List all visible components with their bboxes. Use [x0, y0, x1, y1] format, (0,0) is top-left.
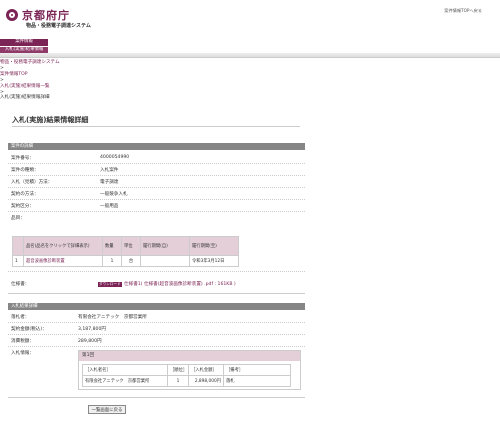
- row-contract-method: 契約の方法： 一般競争入札: [8, 188, 305, 200]
- field-label: 品目：: [11, 216, 25, 221]
- row-winner: 落札者： 有限会社アニテック 京都営業所: [8, 311, 305, 323]
- bid-info-box: 第1回 ［入札者名］ ［順位］ ［入札金額］ ［備考］ 有限会社アニテック 京都…: [78, 350, 301, 390]
- back-to-list-button[interactable]: 一覧画面に戻る: [88, 405, 126, 414]
- menu-item-case-info[interactable]: 案件情報: [0, 39, 48, 46]
- logo[interactable]: 京都府庁: [6, 7, 70, 23]
- cell-remarks: 落札: [223, 375, 291, 387]
- field-label: 契約の方法：: [11, 192, 39, 197]
- download-icon[interactable]: ダウンロード: [98, 282, 122, 287]
- bid-table: ［入札者名］ ［順位］ ［入札金額］ ［備考］ 有限会社アニテック 京都営業所 …: [82, 364, 291, 387]
- field-label: 契約区分：: [11, 204, 34, 209]
- column-header: 品名(品名をクリックで詳細表示): [23, 236, 103, 256]
- cell-index: 1: [12, 255, 24, 267]
- table-row: 有限会社アニテック 京都営業所 1 2,898,000円 落札: [82, 375, 291, 387]
- system-name: 物品・役務電子調達システム: [26, 23, 91, 29]
- row-contract-amount: 契約金額(税込)： 3,187,800円: [8, 323, 305, 335]
- spec-download-link[interactable]: 仕様書1( 仕様書(超音波画像診断装置) .pdf : 161KB ): [124, 282, 236, 287]
- field-label: 仕様書：: [11, 282, 30, 287]
- result-section-heading: 入札結果詳細: [8, 303, 305, 310]
- column-header: [12, 236, 24, 256]
- field-value: 入札案件: [100, 168, 119, 173]
- divider: [8, 397, 305, 398]
- column-header: 単位: [121, 236, 141, 256]
- logo-text: 京都府庁: [22, 9, 70, 22]
- row-bid-method: 入札（見積）方法： 電子調達: [8, 176, 305, 188]
- field-value: 3,187,800円: [78, 327, 106, 332]
- column-header: ［入札金額］: [188, 364, 224, 376]
- cell-period-to: 令和3年3月12日: [189, 255, 239, 267]
- field-value: 289,800円: [78, 339, 102, 344]
- field-label: 案件の種類：: [11, 168, 39, 173]
- column-header: ［備考］: [223, 364, 291, 376]
- items-table: 品名(品名をクリックで詳細表示) 数量 単位 履行期間(自) 履行期間(至) 1…: [12, 236, 239, 267]
- breadcrumb-case-top[interactable]: 案件情報TOP: [0, 72, 28, 77]
- breadcrumb: 物品・役務電子調達システム > 案件情報TOP > 入札(実施)結果情報一覧 >…: [0, 60, 60, 101]
- cell-bidder: 有限会社アニテック 京都営業所: [82, 375, 168, 387]
- table-row: 1 超音波画像診断装置 1 台 令和3年3月12日: [12, 255, 239, 267]
- field-value: 一般競争入札: [100, 192, 128, 197]
- row-tax-amount: 消費税額： 289,800円: [8, 335, 305, 347]
- cell-bid-amount: 2,898,000円: [188, 375, 224, 387]
- field-label: 案件番号：: [11, 156, 34, 161]
- column-header: ［順位］: [167, 364, 189, 376]
- kyoto-emblem-icon: [6, 9, 18, 21]
- column-header: 履行期間(自): [140, 236, 190, 256]
- field-label: 入札情報：: [11, 351, 34, 356]
- cell-quantity: 1: [102, 255, 122, 267]
- column-header: 履行期間(至): [189, 236, 239, 256]
- header: 京都府庁 物品・役務電子調達システム 案件情報TOPへ戻る: [0, 0, 500, 38]
- breadcrumb-current: 入札(実施)結果情報詳細: [0, 95, 50, 101]
- breadcrumb-system[interactable]: 物品・役務電子調達システム: [0, 60, 60, 65]
- divider: [12, 126, 300, 127]
- breadcrumb-results-list[interactable]: 入札(実施)結果情報一覧: [0, 84, 50, 89]
- menu: 案件情報 入札(実施)結果情報: [0, 39, 48, 53]
- row-contract-category: 契約区分： 一般用品: [8, 200, 305, 212]
- column-header: 数量: [102, 236, 122, 256]
- row-case-number: 案件番号： 4000054990: [8, 152, 305, 164]
- field-label: 入札（見積）方法：: [11, 180, 53, 185]
- cell-unit: 台: [121, 255, 141, 267]
- field-value: 4000054990: [100, 155, 130, 160]
- column-header: ［入札者名］: [82, 364, 168, 376]
- field-value: 有限会社アニテック 京都営業所: [78, 315, 147, 320]
- field-value: 電子調達: [100, 180, 119, 185]
- bid-header-row: ［入札者名］ ［順位］ ［入札金額］ ［備考］: [82, 364, 291, 376]
- page-title: 入札(実施)結果情報詳細: [12, 116, 89, 124]
- top-link[interactable]: 案件情報TOPへ戻る: [444, 8, 482, 14]
- attachment-row: 仕様書： ダウンロード 仕様書1( 仕様書(超音波画像診断装置) .pdf : …: [8, 276, 305, 294]
- items-header-row: 品名(品名をクリックで詳細表示) 数量 単位 履行期間(自) 履行期間(至): [12, 236, 239, 256]
- row-case-type: 案件の種類： 入札案件: [8, 164, 305, 176]
- field-label: 落札者：: [11, 315, 30, 320]
- round-label: 第1回: [79, 351, 300, 361]
- field-label: 消費税額：: [11, 339, 34, 344]
- cell-period-from: [140, 255, 190, 267]
- cell-rank: 1: [167, 375, 189, 387]
- field-label: 契約金額(税込)：: [11, 327, 47, 332]
- attachment: ダウンロード 仕様書1( 仕様書(超音波画像診断装置) .pdf : 161KB…: [98, 281, 236, 287]
- menu-bar: [0, 53, 500, 58]
- item-name-link[interactable]: 超音波画像診断装置: [26, 259, 65, 264]
- case-section-heading: 案件の詳細: [8, 143, 305, 150]
- field-value: 一般用品: [100, 204, 119, 209]
